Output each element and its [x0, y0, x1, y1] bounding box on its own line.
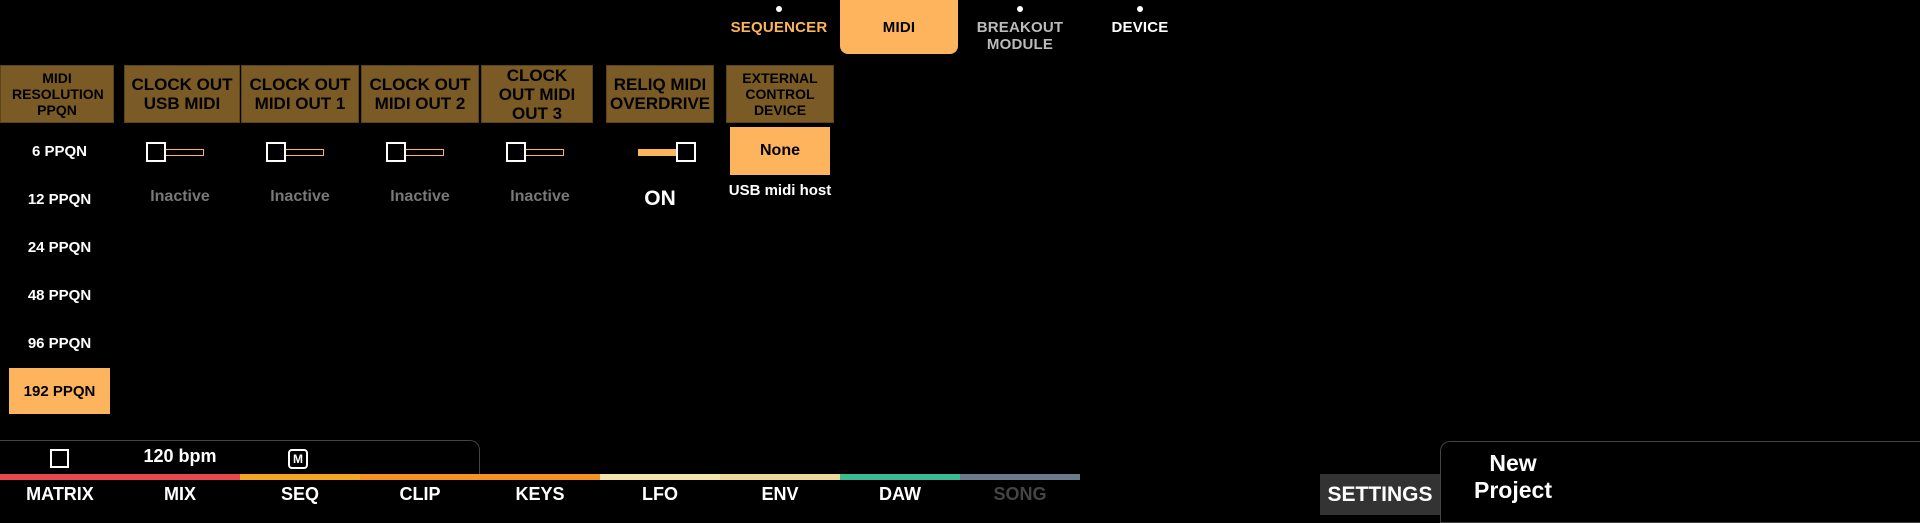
lfo-color-strip — [600, 474, 720, 480]
song-color-strip — [960, 474, 1080, 480]
header-reliq-midi-overdrive: RELIQ MIDI OVERDRIVE — [606, 65, 714, 123]
overdrive-status: ON — [644, 187, 676, 210]
header-clock-out-3-label: CLOCK OUT MIDI OUT 3 — [498, 65, 576, 123]
bottom-tab-song[interactable]: SONG — [960, 484, 1080, 505]
clock-out-midi-2-toggle[interactable] — [386, 140, 446, 164]
clip-color-strip — [360, 474, 480, 480]
header-clock-out-midi-out-1: CLOCK OUT MIDI OUT 1 — [241, 65, 359, 123]
external-control-none-button[interactable]: None — [730, 127, 830, 175]
seq-color-strip — [240, 474, 360, 480]
toggle-knob — [386, 142, 406, 162]
bottom-tab-env[interactable]: ENV — [720, 484, 840, 505]
toggle-knob — [146, 142, 166, 162]
bottom-tab-mix[interactable]: MIX — [120, 484, 240, 505]
ppqn-option-24[interactable]: 24 PPQN — [9, 224, 110, 270]
toggle-knob — [676, 142, 696, 162]
ppqn-option-label: 24 PPQN — [27, 238, 92, 256]
bottom-tab-keys[interactable]: KEYS — [480, 484, 600, 505]
ppqn-option-12[interactable]: 12 PPQN — [9, 176, 110, 222]
ppqn-option-label: 6 PPQN — [31, 142, 88, 160]
bottom-tab-clip[interactable]: CLIP — [360, 484, 480, 505]
tab-device[interactable]: DEVICE — [1081, 0, 1199, 54]
tab-breakout-module-label: BREAKOUT MODULE — [976, 19, 1064, 53]
midi-overdrive-toggle[interactable] — [636, 140, 696, 164]
bottom-tab-lfo[interactable]: LFO — [600, 484, 720, 505]
settings-button[interactable]: SETTINGS — [1320, 474, 1440, 515]
header-clock-out-usb: CLOCK OUT USB MIDI — [124, 65, 240, 123]
ppqn-option-192[interactable]: 192 PPQN — [9, 368, 110, 414]
header-midi-resolution: MIDI RESOLUTION PPQN — [0, 65, 114, 123]
header-external-control-device: EXTERNAL CONTROL DEVICE — [726, 65, 834, 123]
clock-out-midi-3-toggle[interactable] — [506, 140, 566, 164]
ppqn-option-label: 48 PPQN — [27, 286, 92, 304]
ppqn-option-96[interactable]: 96 PPQN — [9, 320, 110, 366]
tab-indicator-dot — [1017, 6, 1023, 12]
bottom-tab-daw[interactable]: DAW — [840, 484, 960, 505]
daw-color-strip — [840, 474, 960, 480]
keys-color-strip — [480, 474, 600, 480]
header-ext-control-label: EXTERNAL CONTROL DEVICE — [742, 70, 818, 118]
clock-out-2-status: Inactive — [390, 188, 450, 205]
project-name[interactable]: New Project — [1458, 450, 1568, 504]
ppqn-option-label: 12 PPQN — [27, 190, 92, 208]
toggle-knob — [506, 142, 526, 162]
clock-out-1-status: Inactive — [270, 188, 330, 205]
header-overdrive-label: RELIQ MIDI OVERDRIVE — [610, 75, 711, 113]
bottom-tab-matrix[interactable]: MATRIX — [0, 484, 120, 505]
clock-out-3-status: Inactive — [510, 188, 570, 205]
tab-sequencer[interactable]: SEQUENCER — [720, 0, 838, 54]
tab-sequencer-label: SEQUENCER — [730, 19, 828, 36]
tab-midi-label: MIDI — [882, 19, 916, 36]
tab-indicator-dot — [776, 6, 782, 12]
tab-indicator-dot — [1137, 6, 1143, 12]
ppqn-option-48[interactable]: 48 PPQN — [9, 272, 110, 318]
clock-out-midi-1-toggle[interactable] — [266, 140, 326, 164]
clock-out-usb-status: Inactive — [150, 188, 210, 205]
ppqn-option-6[interactable]: 6 PPQN — [9, 128, 110, 174]
transport-bar — [0, 440, 480, 475]
ppqn-option-label: 96 PPQN — [27, 334, 92, 352]
tempo-display[interactable]: 120 bpm — [120, 446, 240, 467]
header-clock-out-usb-label: CLOCK OUT USB MIDI — [131, 75, 233, 113]
env-color-strip — [720, 474, 840, 480]
mix-color-strip — [120, 474, 240, 480]
usb-midi-host-label: USB midi host — [728, 182, 832, 199]
clock-out-usb-toggle[interactable] — [146, 140, 206, 164]
header-clock-out-midi-out-2: CLOCK OUT MIDI OUT 2 — [361, 65, 479, 123]
header-clock-out-midi-out-3: CLOCK OUT MIDI OUT 3 — [481, 65, 593, 123]
tab-midi[interactable]: MIDI — [840, 0, 958, 54]
metronome-icon[interactable]: M — [288, 449, 308, 469]
ppqn-option-label: 192 PPQN — [23, 382, 96, 400]
matrix-color-strip — [0, 474, 120, 480]
bottom-tab-seq[interactable]: SEQ — [240, 484, 360, 505]
stop-icon[interactable] — [50, 449, 69, 468]
header-midi-resolution-label: MIDI RESOLUTION PPQN — [12, 70, 104, 118]
header-clock-out-1-label: CLOCK OUT MIDI OUT 1 — [249, 75, 351, 113]
header-clock-out-2-label: CLOCK OUT MIDI OUT 2 — [369, 75, 471, 113]
tab-breakout-module[interactable]: BREAKOUT MODULE — [960, 0, 1080, 54]
tab-device-label: DEVICE — [1111, 19, 1169, 36]
toggle-knob — [266, 142, 286, 162]
